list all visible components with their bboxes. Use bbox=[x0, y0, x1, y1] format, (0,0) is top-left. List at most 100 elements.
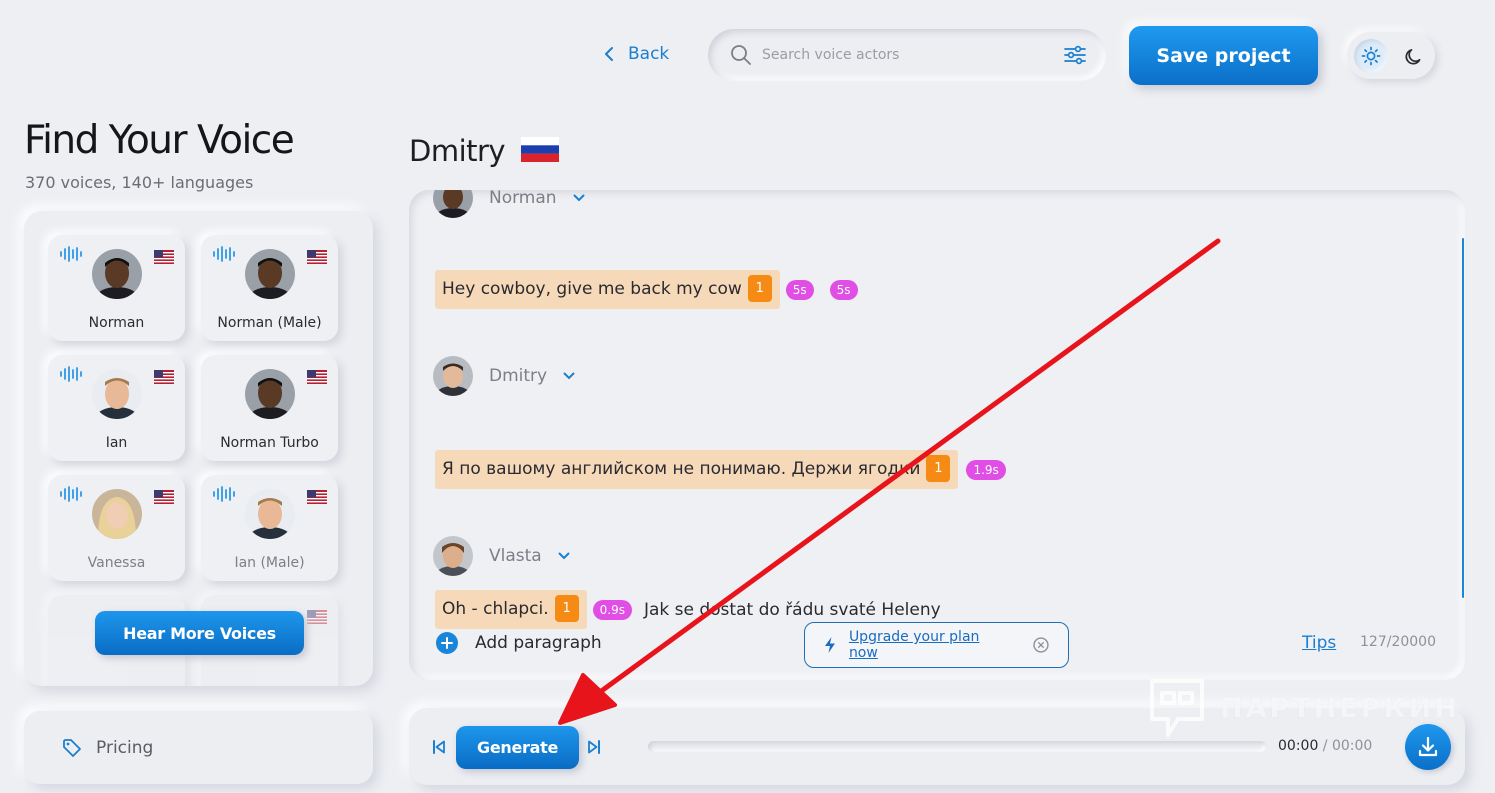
chevron-down-icon bbox=[558, 552, 570, 560]
moon-icon[interactable] bbox=[1405, 46, 1425, 66]
filter-sliders-icon[interactable] bbox=[1064, 45, 1086, 65]
search-bar bbox=[708, 29, 1106, 81]
text-segment[interactable]: Hey cowboy, give me back my cow 1 bbox=[435, 270, 780, 309]
plus-circle-icon bbox=[436, 632, 458, 654]
voice-card[interactable]: Ian bbox=[48, 355, 185, 461]
selected-actor-name: Dmitry bbox=[409, 134, 506, 168]
chevron-down-icon bbox=[573, 194, 585, 202]
script-line[interactable]: Hey cowboy, give me back my cow 1 5s 5s bbox=[435, 270, 858, 309]
search-input[interactable] bbox=[762, 47, 1064, 63]
watermark: ПАРТНЕРКИН bbox=[1148, 677, 1460, 739]
voice-name: Ian (Male) bbox=[234, 555, 305, 571]
pricing-label: Pricing bbox=[96, 737, 154, 758]
tips-link[interactable]: Tips bbox=[1302, 633, 1336, 653]
segment-text: Oh - chlapci. bbox=[442, 598, 549, 619]
speaker-name: Dmitry bbox=[489, 366, 548, 386]
avatar bbox=[245, 369, 295, 419]
duration-badge[interactable]: 1.9s bbox=[966, 459, 1006, 480]
avatar bbox=[92, 369, 142, 419]
voice-name: Norman (Male) bbox=[217, 315, 322, 331]
hear-more-voices-button[interactable]: Hear More Voices bbox=[95, 611, 304, 655]
speaker-selector[interactable]: Vlasta bbox=[433, 536, 570, 576]
waveform-icon[interactable] bbox=[212, 246, 236, 262]
chevron-left-icon bbox=[605, 47, 613, 61]
speaker-name: Vlasta bbox=[489, 546, 542, 566]
voice-name: Norman Turbo bbox=[220, 435, 319, 451]
waveform-icon[interactable] bbox=[59, 246, 83, 262]
script-line[interactable]: Я по вашому английском не понимаю. Держи… bbox=[435, 450, 1006, 489]
voice-name: Ian bbox=[105, 435, 128, 451]
light-mode-button[interactable] bbox=[1354, 38, 1388, 73]
save-project-button[interactable]: Save project bbox=[1129, 26, 1318, 85]
us-flag-icon bbox=[154, 490, 174, 504]
time-readout: 00:00 / 00:00 bbox=[1278, 738, 1372, 754]
us-flag-icon bbox=[154, 370, 174, 384]
avatar bbox=[245, 249, 295, 299]
segment-text[interactable]: Jak se dostat do řádu svaté Heleny bbox=[644, 600, 941, 620]
speaker-selector[interactable]: Norman bbox=[433, 190, 585, 218]
time-separator: / bbox=[1318, 738, 1332, 754]
script-editor[interactable]: Norman Hey cowboy, give me back my cow 1… bbox=[409, 190, 1465, 680]
pause-badge[interactable]: 1 bbox=[926, 455, 951, 482]
speaker-selector[interactable]: Dmitry bbox=[433, 356, 575, 396]
playback-progress[interactable] bbox=[648, 741, 1266, 752]
pause-badge[interactable]: 1 bbox=[554, 595, 579, 622]
duration-badge[interactable]: 5s bbox=[785, 279, 814, 300]
upgrade-link[interactable]: Upgrade your plan now bbox=[849, 629, 1012, 661]
avatar bbox=[433, 356, 473, 396]
waveform-icon[interactable] bbox=[59, 366, 83, 382]
page-title: Find Your Voice bbox=[24, 118, 295, 163]
waveform-icon[interactable] bbox=[212, 486, 236, 502]
skip-back-icon[interactable] bbox=[432, 740, 446, 754]
watermark-text: ПАРТНЕРКИН bbox=[1220, 692, 1460, 724]
add-paragraph-button[interactable]: Add paragraph bbox=[435, 631, 602, 655]
download-icon bbox=[1418, 736, 1438, 757]
avatar bbox=[245, 489, 295, 539]
pause-badge[interactable]: 1 bbox=[747, 275, 772, 302]
upgrade-banner: Upgrade your plan now bbox=[804, 622, 1069, 668]
avatar bbox=[433, 536, 473, 576]
avatar bbox=[92, 249, 142, 299]
us-flag-icon bbox=[307, 490, 327, 504]
voice-card[interactable]: Norman (Male) bbox=[201, 235, 338, 341]
us-flag-icon bbox=[307, 250, 327, 264]
waveform-icon[interactable] bbox=[59, 486, 83, 502]
skip-forward-icon[interactable] bbox=[587, 740, 601, 754]
us-flag-icon bbox=[307, 610, 327, 624]
text-segment[interactable]: Я по вашому английском не понимаю. Держи… bbox=[435, 450, 959, 489]
avatar bbox=[92, 489, 142, 539]
segment-text: Я по вашому английском не понимаю. Держи… bbox=[442, 458, 921, 479]
voice-name: Norman bbox=[88, 315, 145, 331]
lightning-icon bbox=[824, 637, 835, 653]
duration-badge[interactable]: 5s bbox=[829, 279, 858, 300]
us-flag-icon bbox=[154, 250, 174, 264]
add-paragraph-label: Add paragraph bbox=[475, 633, 602, 653]
theme-toggle[interactable] bbox=[1347, 32, 1435, 79]
speaker-name: Norman bbox=[489, 190, 557, 208]
sun-icon bbox=[1361, 46, 1381, 65]
search-icon bbox=[731, 45, 751, 65]
back-button[interactable]: Back bbox=[604, 40, 669, 68]
us-flag-icon bbox=[307, 370, 327, 384]
duration: 00:00 bbox=[1331, 738, 1373, 754]
voices-count: 370 voices, 140+ languages bbox=[25, 173, 254, 192]
voice-card[interactable]: Vanessa bbox=[48, 475, 185, 581]
character-counter: 127/20000 bbox=[1360, 634, 1436, 650]
close-circle-icon[interactable] bbox=[1032, 636, 1050, 654]
voice-name: Vanessa bbox=[87, 555, 146, 571]
tag-icon bbox=[63, 738, 81, 757]
text-segment[interactable]: Oh - chlapci. 1 bbox=[435, 590, 587, 629]
voice-card[interactable]: Norman Turbo bbox=[201, 355, 338, 461]
pricing-link[interactable]: Pricing bbox=[24, 711, 373, 784]
current-time: 00:00 bbox=[1278, 738, 1319, 754]
russia-flag-icon bbox=[521, 137, 559, 162]
voice-card[interactable]: Ian (Male) bbox=[201, 475, 338, 581]
avatar bbox=[433, 190, 473, 218]
segment-text: Hey cowboy, give me back my cow bbox=[442, 278, 742, 299]
generate-button[interactable]: Generate bbox=[456, 726, 579, 769]
back-label: Back bbox=[628, 44, 670, 64]
chevron-down-icon bbox=[563, 372, 575, 380]
scrollbar[interactable] bbox=[1462, 238, 1464, 598]
voice-card[interactable]: Norman bbox=[48, 235, 185, 341]
duration-badge[interactable]: 0.9s bbox=[592, 599, 632, 620]
